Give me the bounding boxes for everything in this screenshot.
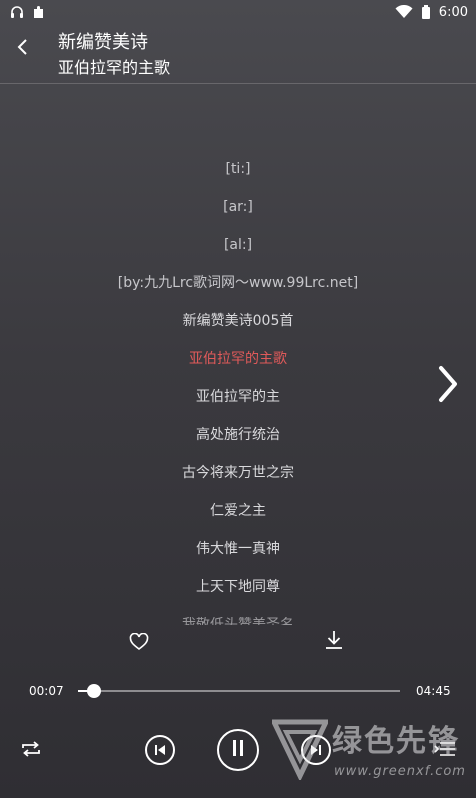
current-time: 00:07 bbox=[29, 684, 64, 698]
chevron-left-icon bbox=[16, 38, 30, 60]
progress-thumb[interactable] bbox=[87, 684, 102, 698]
lyric-line: 古今将来万世之宗 bbox=[182, 465, 294, 481]
lyric-line-active: 亚伯拉罕的主歌 bbox=[189, 351, 287, 367]
download-icon bbox=[325, 630, 343, 654]
total-time: 04:45 bbox=[416, 684, 451, 698]
pause-button[interactable] bbox=[217, 729, 259, 771]
song-subtitle: 亚伯拉罕的主歌 bbox=[58, 58, 171, 77]
lyric-line: [by:九九Lrc歌词网～www.99Lrc.net] bbox=[117, 275, 359, 291]
lyric-line: [al:] bbox=[223, 237, 253, 253]
back-button[interactable] bbox=[8, 34, 38, 64]
watermark: 绿色先锋 www.greenxf.com bbox=[268, 712, 476, 798]
previous-button[interactable] bbox=[145, 735, 175, 765]
lyric-line: [ti:] bbox=[225, 161, 251, 177]
lyric-line: 上天下地同尊 bbox=[196, 579, 280, 595]
lyric-line: 仁爱之主 bbox=[210, 503, 266, 519]
header: 新编赞美诗 亚伯拉罕的主歌 bbox=[0, 24, 476, 84]
favorite-button[interactable] bbox=[124, 629, 154, 659]
repeat-button[interactable] bbox=[16, 736, 46, 766]
battery-icon bbox=[421, 5, 431, 19]
puzzle-icon bbox=[32, 5, 46, 19]
lyric-line: [ar:] bbox=[223, 199, 253, 215]
status-bar: 6:00 bbox=[0, 0, 476, 24]
status-left bbox=[10, 5, 46, 19]
headphones-icon bbox=[10, 5, 24, 19]
wifi-icon bbox=[395, 4, 413, 19]
watermark-url: www.greenxf.com bbox=[334, 764, 466, 779]
lyrics-panel[interactable]: [ti:] [ar:] [al:] [by:九九Lrc歌词网～www.99Lrc.ne… bbox=[0, 150, 476, 625]
status-right: 6:00 bbox=[395, 5, 468, 20]
next-page-button[interactable] bbox=[428, 362, 468, 410]
progress-slider[interactable] bbox=[78, 684, 400, 698]
pause-icon bbox=[231, 739, 245, 761]
repeat-icon bbox=[20, 740, 42, 762]
heart-icon bbox=[129, 632, 149, 655]
status-time: 6:00 bbox=[438, 4, 468, 20]
skip-previous-icon bbox=[154, 741, 166, 760]
lyric-line: 新编赞美诗005首 bbox=[182, 313, 294, 329]
watermark-text: 绿色先锋 bbox=[332, 724, 460, 759]
download-button[interactable] bbox=[319, 627, 349, 657]
lyric-line: 高处施行统治 bbox=[196, 427, 280, 443]
watermark-logo-icon bbox=[270, 718, 330, 784]
lyric-line: 我敬低头赞美圣名 bbox=[182, 617, 294, 625]
song-title: 新编赞美诗 bbox=[58, 32, 148, 53]
lyric-line: 伟大惟一真神 bbox=[196, 541, 280, 557]
chevron-right-icon bbox=[436, 364, 460, 408]
lyric-line: 亚伯拉罕的主 bbox=[196, 389, 280, 405]
